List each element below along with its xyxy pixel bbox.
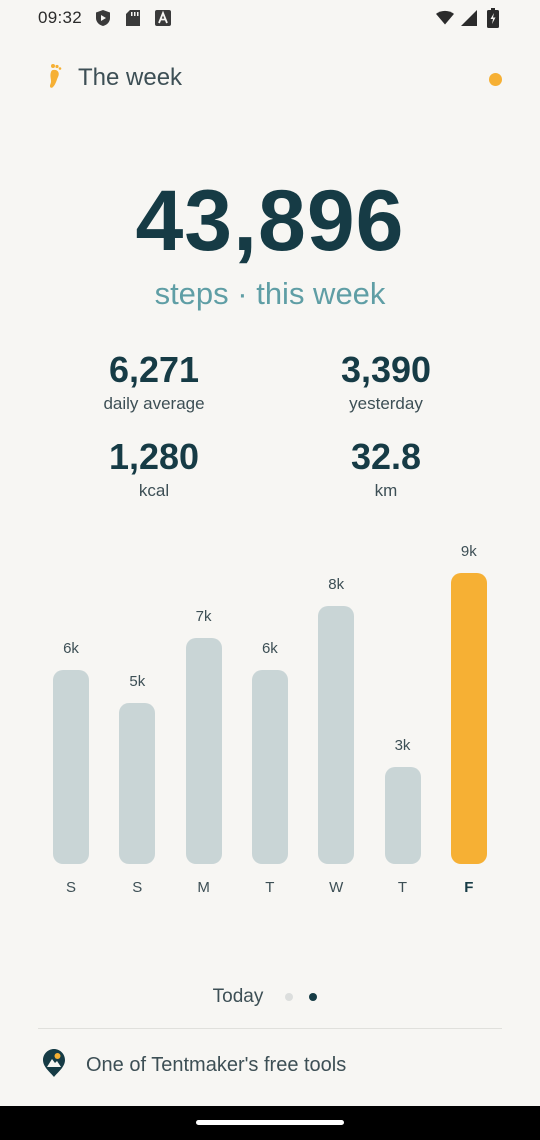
day-label: T [397, 879, 408, 896]
stat-label: daily average [103, 394, 205, 413]
battery-icon [484, 8, 502, 28]
day-label: T [265, 879, 275, 896]
shield-icon [94, 9, 112, 27]
signal-icon [460, 9, 478, 27]
status-left: 09:32 [38, 8, 172, 28]
chart-bar[interactable] [450, 573, 487, 864]
footer-divider [38, 1028, 502, 1029]
footer[interactable]: One of Tentmaker's free tools [42, 1048, 346, 1083]
weekly-steps-chart: 6k S 5k S 7k M 6k T 8k W 3k T 9k F [38, 530, 502, 910]
chart-bar[interactable] [384, 767, 421, 864]
pager-label: Today [212, 986, 264, 1007]
pager-dot-1[interactable] [285, 993, 294, 1001]
chart-bar[interactable] [119, 702, 156, 864]
status-bar: 09:32 [0, 0, 540, 36]
chart-bar[interactable] [318, 605, 355, 864]
day-label: M [197, 879, 210, 896]
stat-km: 32.8 km [286, 437, 486, 501]
sd-card-icon [124, 9, 142, 27]
stat-yesterday: 3,390 yesterday [286, 350, 486, 414]
bar-value-label: 8k [328, 575, 345, 593]
stat-daily-average: 6,271 daily average [54, 350, 254, 414]
status-right [436, 8, 502, 28]
stat-label: km [374, 481, 398, 500]
tentmaker-logo-icon [42, 1048, 66, 1083]
stat-value: 32.8 [350, 436, 422, 477]
pager-dot-2[interactable] [309, 993, 318, 1001]
wifi-icon [436, 9, 454, 27]
chart-bar[interactable] [251, 670, 288, 864]
bar-value-label: 6k [63, 640, 79, 658]
footprint-icon [48, 63, 64, 94]
footer-text: One of Tentmaker's free tools [86, 1054, 347, 1076]
pager: Today [0, 986, 540, 1008]
day-label: S [132, 879, 143, 896]
day-label: F [464, 879, 474, 896]
bar-value-label: 5k [129, 672, 146, 690]
total-steps-caption: steps · this week [154, 276, 386, 311]
stat-value: 6,271 [108, 349, 200, 390]
day-label: W [329, 879, 344, 896]
stat-kcal: 1,280 kcal [54, 437, 254, 501]
stat-label: kcal [138, 481, 170, 500]
home-handle[interactable] [196, 1120, 344, 1125]
day-label: S [65, 879, 76, 896]
navigation-bar [0, 1106, 540, 1140]
chart-bar[interactable] [185, 637, 222, 864]
menu-dot-button[interactable] [489, 73, 502, 86]
status-time: 09:32 [38, 8, 83, 27]
bar-value-label: 9k [460, 543, 477, 561]
stat-value: 3,390 [340, 349, 432, 390]
page-title: The week [78, 64, 183, 91]
stat-label: yesterday [349, 394, 423, 413]
header: The week [48, 58, 502, 98]
bar-value-label: 3k [394, 737, 411, 755]
bar-value-label: 7k [195, 607, 212, 625]
bar-value-label: 6k [261, 640, 278, 658]
total-steps: 43,896 [135, 173, 405, 269]
font-icon [154, 9, 172, 27]
chart-bar[interactable] [53, 670, 89, 864]
stat-value: 1,280 [108, 436, 200, 477]
